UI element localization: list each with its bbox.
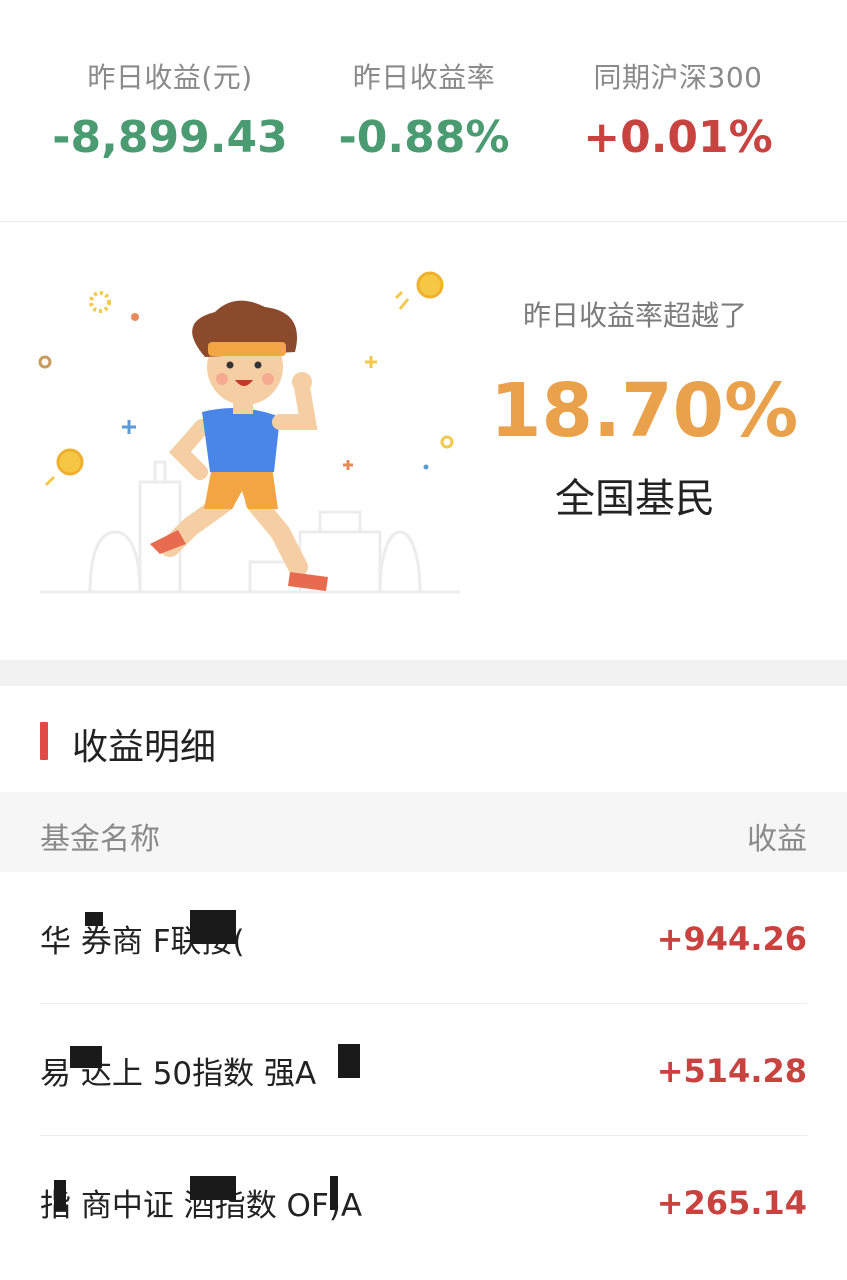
- column-header-income: 收益: [747, 822, 807, 857]
- fund-income: +514.28: [656, 1052, 807, 1090]
- section-accent-bar: [40, 722, 48, 760]
- redaction-mask: [190, 1176, 236, 1200]
- hs300-label: 同期沪深300: [593, 61, 763, 94]
- redaction-mask: [330, 1176, 338, 1210]
- beat-percent: 18.70%: [490, 368, 799, 454]
- yesterday-income-stat[interactable]: 昨日收益(元) -8,899.43: [40, 56, 300, 163]
- redaction-mask: [190, 910, 236, 944]
- yesterday-rate-value: -0.88%: [338, 112, 510, 163]
- table-row[interactable]: 指 商中证 酒指数 OF)A +265.14: [40, 1136, 807, 1268]
- yesterday-income-label: 昨日收益(元): [87, 61, 253, 94]
- summary-panel: 昨日收益(元) -8,899.43 昨日收益率 -0.88% 同期沪深300 +…: [0, 0, 847, 222]
- section-divider: [0, 660, 847, 686]
- table-header: 基金名称 收益: [0, 792, 847, 872]
- beat-summary: 昨日收益率超越了 18.70% 全国基民: [490, 294, 799, 524]
- beat-panel: 昨日收益率超越了 18.70% 全国基民: [0, 222, 847, 660]
- redaction-mask: [54, 1180, 66, 1210]
- fund-income: +944.26: [656, 920, 807, 958]
- fund-income: +265.14: [656, 1184, 807, 1222]
- column-header-fund-name: 基金名称: [40, 822, 160, 857]
- hs300-value: +0.01%: [583, 112, 773, 163]
- hs300-stat[interactable]: 同期沪深300 +0.01%: [548, 56, 808, 163]
- redaction-mask: [70, 1046, 102, 1068]
- income-details-header: 收益明细: [0, 686, 847, 792]
- running-man-illustration: [38, 271, 460, 594]
- yesterday-rate-label: 昨日收益率: [352, 61, 496, 94]
- redaction-mask: [338, 1044, 360, 1078]
- table-row[interactable]: 华 券商 F联接( +944.26: [40, 872, 807, 1004]
- beat-subject: 全国基民: [555, 476, 715, 522]
- fund-list: 华 券商 F联接( +944.26 易 达上 50指数 强A +514.28 指…: [0, 872, 847, 1268]
- yesterday-rate-stat[interactable]: 昨日收益率 -0.88%: [300, 56, 548, 163]
- beat-caption: 昨日收益率超越了: [522, 299, 747, 332]
- table-row[interactable]: 易 达上 50指数 强A +514.28: [40, 1004, 807, 1136]
- section-title: 收益明细: [72, 727, 217, 768]
- yesterday-income-value: -8,899.43: [52, 112, 288, 163]
- redaction-mask: [85, 912, 103, 926]
